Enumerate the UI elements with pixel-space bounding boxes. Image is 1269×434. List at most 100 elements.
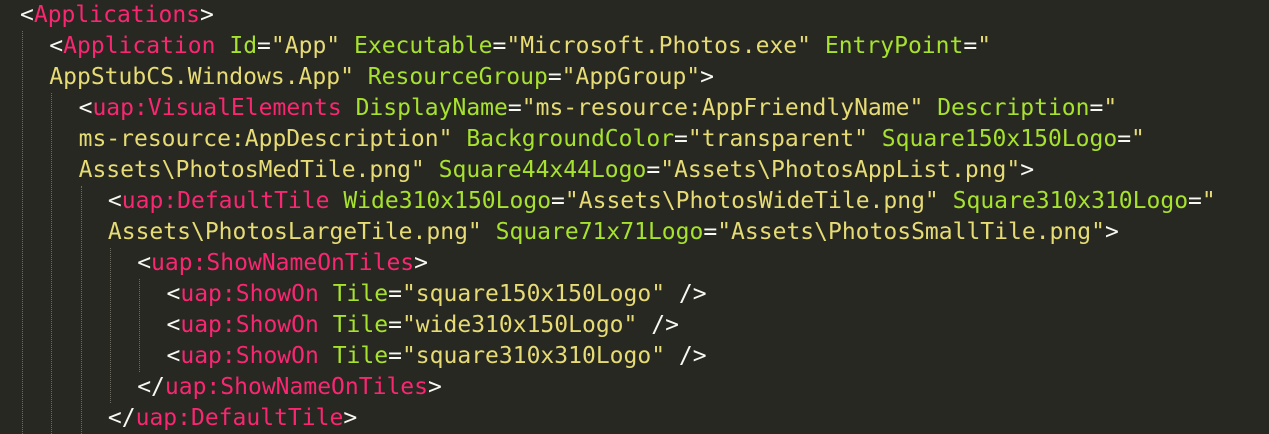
- token-attribute-name: Executable: [354, 33, 493, 59]
- token-whitespace: [319, 281, 333, 307]
- token-tag-name: uap:ShowNameOnTiles: [164, 374, 428, 400]
- token-punctuation: />: [678, 281, 707, 307]
- token-punctuation: >: [700, 64, 715, 90]
- token-whitespace: [482, 219, 496, 245]
- code-line[interactable]: <uap:DefaultTile Wide310x150Logo="Assets…: [108, 186, 1216, 217]
- token-punctuation: =: [1188, 188, 1202, 214]
- token-whitespace: [319, 312, 333, 338]
- token-punctuation: =: [388, 281, 402, 307]
- token-attribute-name: ResourceGroup: [367, 64, 548, 90]
- code-line[interactable]: <uap:ShowOn Tile="wide310x150Logo" />: [167, 310, 679, 341]
- token-attribute-value: "ms-resource:AppFriendlyName": [521, 95, 924, 121]
- token-punctuation: =: [1117, 126, 1132, 152]
- token-attribute-value: "transparent": [687, 126, 868, 152]
- code-line[interactable]: <Application Id="App" Executable="Micros…: [49, 31, 991, 62]
- token-punctuation: =: [646, 157, 661, 183]
- code-line[interactable]: Assets\PhotosMedTile.png" Square44x44Log…: [79, 155, 1035, 186]
- token-attribute-value: "square150x150Logo": [401, 281, 666, 307]
- code-line[interactable]: <uap:ShowNameOnTiles>: [137, 248, 428, 279]
- token-attribute-name: Wide310x150Logo: [343, 188, 552, 214]
- indent-guide: [109, 248, 111, 403]
- token-attribute-name: Square150x150Logo: [881, 126, 1118, 152]
- token-punctuation: >: [343, 405, 358, 431]
- token-attribute-name: Square310x310Logo: [952, 188, 1189, 214]
- token-tag-name: Application: [63, 33, 216, 59]
- token-punctuation: <: [49, 33, 64, 59]
- token-punctuation: =: [963, 33, 978, 59]
- token-whitespace: [452, 126, 466, 152]
- token-attribute-value: "square310x310Logo": [401, 343, 666, 369]
- token-whitespace: [354, 64, 368, 90]
- token-whitespace: [868, 126, 882, 152]
- token-attribute-name: Description: [937, 95, 1090, 121]
- token-attribute-name: EntryPoint: [824, 33, 964, 59]
- token-punctuation: <: [137, 250, 152, 276]
- code-line[interactable]: AppStubCS.Windows.App" ResourceGroup="Ap…: [49, 62, 714, 93]
- token-attribute-name: DisplayName: [355, 95, 508, 121]
- code-line[interactable]: <uap:ShowOn Tile="square310x310Logo" />: [167, 341, 707, 372]
- token-attribute-name: BackgroundColor: [466, 126, 675, 152]
- indent-guide: [139, 279, 141, 372]
- token-punctuation: <: [166, 281, 181, 307]
- indent-guide: [80, 186, 82, 434]
- token-attribute-name: Id: [229, 33, 258, 59]
- token-punctuation: </: [137, 374, 165, 400]
- token-whitespace: [811, 33, 825, 59]
- token-punctuation: <: [166, 343, 181, 369]
- indent-guide: [51, 93, 53, 434]
- token-attribute-value: ": [1103, 95, 1118, 121]
- token-attribute-name: Tile: [332, 281, 389, 307]
- token-punctuation: >: [1020, 157, 1035, 183]
- token-whitespace: [939, 188, 953, 214]
- token-punctuation: <: [166, 312, 181, 338]
- token-whitespace: [319, 343, 333, 369]
- token-whitespace: [342, 95, 356, 121]
- token-attribute-value: ": [977, 33, 992, 59]
- token-punctuation: />: [651, 312, 679, 338]
- token-whitespace: [329, 188, 343, 214]
- token-punctuation: =: [674, 126, 688, 152]
- token-punctuation: >: [428, 374, 442, 400]
- token-punctuation: <: [78, 95, 93, 121]
- token-punctuation: =: [492, 33, 507, 59]
- token-attribute-value: "wide310x150Logo": [401, 312, 638, 338]
- code-line[interactable]: </uap:ShowNameOnTiles>: [137, 372, 442, 403]
- token-tag-name: uap:VisualElements: [92, 95, 342, 121]
- code-line[interactable]: <uap:VisualElements DisplayName = "ms-reso…: [79, 93, 1118, 124]
- code-editor[interactable]: <Applications> <Application Id="App" Exec…: [0, 0, 1269, 434]
- token-tag-name: uap:ShowOn: [180, 343, 319, 369]
- token-whitespace: [340, 33, 354, 59]
- token-punctuation: <: [20, 2, 34, 28]
- token-attribute-value: "AppGroup": [561, 64, 701, 90]
- token-attribute-value: ms-resource:AppDescription": [78, 126, 453, 152]
- token-punctuation: =: [388, 312, 402, 338]
- token-whitespace: [923, 95, 937, 121]
- token-tag-name: uap:DefaultTile: [121, 188, 330, 214]
- token-punctuation: />: [678, 343, 707, 369]
- token-tag-name: uap:ShowOn: [180, 312, 319, 338]
- token-attribute-value: ": [1131, 126, 1145, 152]
- token-punctuation: =: [388, 343, 402, 369]
- code-line[interactable]: <Applications>: [20, 0, 214, 31]
- token-tag-name: uap:DefaultTile: [135, 405, 344, 431]
- token-attribute-value: Assets\PhotosLargeTile.png": [107, 219, 482, 245]
- code-line[interactable]: ms-resource:AppDescription" BackgroundCo…: [79, 124, 1145, 155]
- token-punctuation: =: [1089, 95, 1104, 121]
- token-attribute-value: Assets\PhotosMedTile.png": [78, 157, 425, 183]
- token-attribute-value: "Microsoft.Photos.exe": [506, 33, 811, 59]
- token-punctuation: </: [107, 405, 136, 431]
- code-line[interactable]: <uap:ShowOn Tile="square150x150Logo" />: [167, 279, 707, 310]
- token-whitespace: [665, 281, 679, 307]
- code-line[interactable]: Assets\PhotosLargeTile.png" Square71x71L…: [108, 217, 1119, 248]
- token-tag-name: Applications: [33, 2, 201, 28]
- token-punctuation: =: [547, 64, 562, 90]
- token-whitespace: [637, 312, 651, 338]
- indent-guide: [22, 31, 23, 434]
- token-attribute-name: Tile: [332, 343, 389, 369]
- token-attribute-name: Tile: [332, 312, 389, 338]
- token-attribute-name: Square71x71Logo: [495, 219, 704, 245]
- token-punctuation: =: [551, 188, 565, 214]
- code-line[interactable]: </uap:DefaultTile>: [108, 403, 357, 434]
- token-tag-name: uap:ShowNameOnTiles: [151, 250, 415, 276]
- token-attribute-value: "Assets\PhotosAppList.png": [660, 157, 1021, 183]
